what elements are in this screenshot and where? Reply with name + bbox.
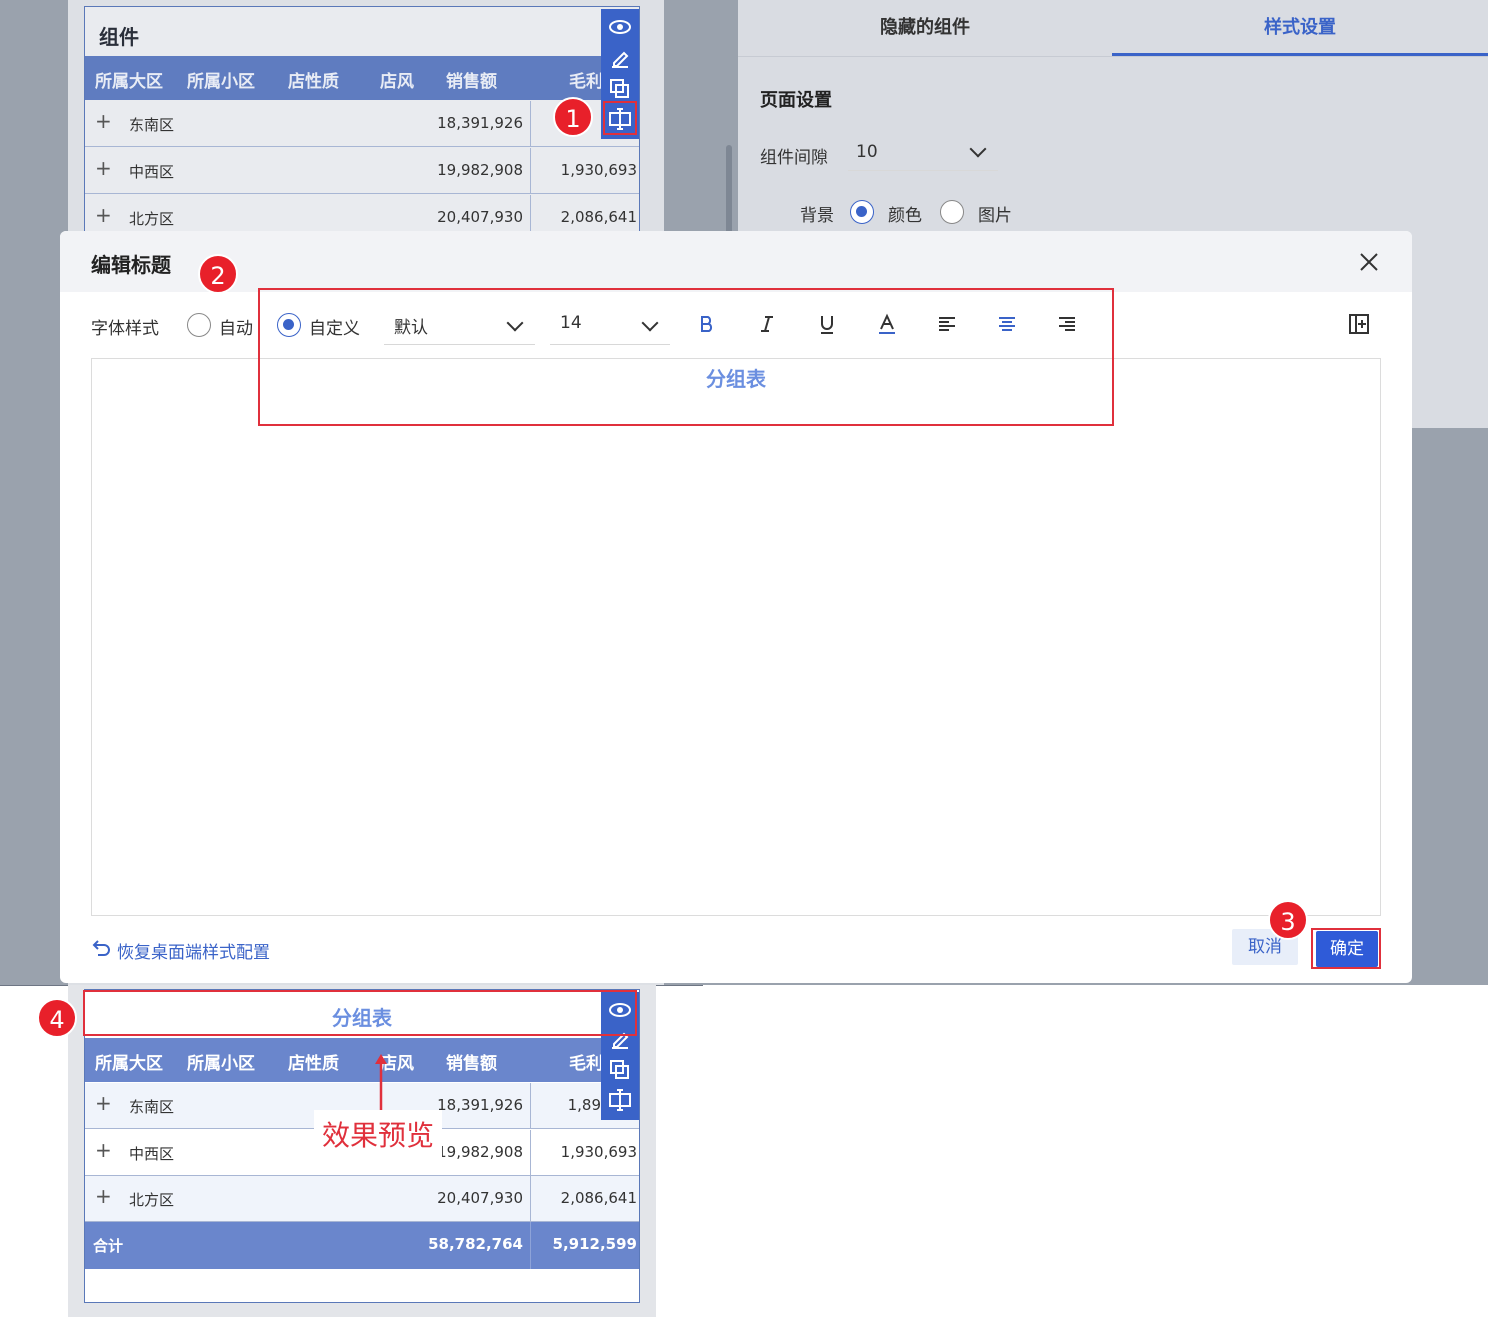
col-store-type: 店性质 [288, 72, 339, 92]
row-profit: 2,086,641 [560, 208, 637, 226]
copy-icon[interactable] [608, 1058, 632, 1082]
row-profit: 1,930,693 [560, 1143, 637, 1161]
expand-icon[interactable]: + [95, 1140, 112, 1160]
preview-annotation: 效果预览 [314, 1110, 443, 1158]
bg-color-radio[interactable] [850, 200, 874, 224]
expand-icon[interactable]: + [95, 205, 112, 225]
row-name: 东南区 [129, 1098, 175, 1116]
expand-icon[interactable]: + [95, 1186, 112, 1206]
table-row[interactable]: + 中西区 19,982,908 1,930,693 [85, 148, 639, 194]
col-region: 所属大区 [95, 1054, 163, 1074]
font-style-label: 字体样式 [91, 319, 159, 339]
copy-icon[interactable] [608, 77, 632, 101]
arrow-up-icon [375, 1054, 387, 1110]
row-sales: 19,982,908 [437, 161, 523, 179]
auto-radio[interactable] [187, 313, 211, 337]
dialog-title: 编辑标题 [91, 253, 171, 277]
col-region: 所属大区 [95, 72, 163, 92]
row-profit: 1,89 [567, 1096, 601, 1114]
row-profit: 1,930,693 [560, 161, 637, 179]
edit-icon[interactable] [608, 47, 632, 71]
col-subregion: 所属小区 [187, 72, 255, 92]
auto-label: 自动 [219, 319, 253, 339]
widget-title: 组件 [99, 25, 139, 49]
screenshot: 组件 所属大区 所属小区 店性质 店风 销售额 毛利 + 东南区 18,391,… [0, 0, 1488, 1317]
edit-title-dialog: 编辑标题 字体样式 自动 自定义 默认 14 分组表 恢复桌面端样式配置 取消 [60, 231, 1412, 983]
scrollbar[interactable] [726, 145, 732, 235]
expand-icon[interactable]: + [95, 111, 112, 131]
gap-value: 10 [856, 142, 878, 162]
table-row[interactable]: + 北方区 20,407,930 2,086,641 [85, 1176, 639, 1222]
gap-label: 组件间隙 [760, 148, 828, 168]
chevron-down-icon [969, 140, 987, 158]
row-sales: 18,391,926 [437, 114, 523, 132]
title-editor[interactable]: 分组表 [91, 358, 1381, 916]
close-icon[interactable] [1358, 251, 1380, 273]
bg-image-label: 图片 [978, 206, 1012, 226]
row-sales: 20,407,930 [437, 1189, 523, 1207]
expand-icon[interactable]: + [95, 1093, 112, 1113]
tab-style-settings[interactable]: 样式设置 [1112, 0, 1488, 56]
total-row: 合计 58,782,764 5,912,599 [85, 1222, 639, 1269]
gap-select[interactable]: 10 [848, 131, 998, 171]
row-name: 北方区 [129, 210, 175, 228]
table-header: 所属大区 所属小区 店性质 店风 销售额 毛利 [85, 56, 639, 100]
col-store-style: 店风 [380, 72, 414, 92]
step-badge: 2 [198, 254, 238, 294]
total-sales: 58,782,764 [428, 1235, 523, 1253]
row-name: 东南区 [129, 116, 175, 134]
highlight-box [603, 101, 637, 135]
expand-icon[interactable]: + [95, 158, 112, 178]
col-sales: 销售额 [446, 1054, 497, 1074]
eye-icon[interactable] [608, 15, 632, 39]
insert-field-icon[interactable] [1347, 312, 1371, 336]
section-title: 页面设置 [760, 90, 832, 111]
total-label: 合计 [93, 1237, 124, 1255]
step-badge: 4 [37, 998, 77, 1038]
row-profit: 2,086,641 [560, 1189, 637, 1207]
bg-image-radio[interactable] [940, 200, 964, 224]
highlight-box [258, 288, 1114, 426]
dialog-header: 编辑标题 [60, 231, 1412, 292]
col-subregion: 所属小区 [187, 1054, 255, 1074]
edit-title-icon[interactable] [608, 1088, 632, 1112]
row-name: 中西区 [129, 163, 175, 181]
bg-color-label: 颜色 [888, 206, 922, 226]
table-header: 所属大区 所属小区 店性质 店风 销售额 毛利 [85, 1038, 639, 1082]
highlight-box [1311, 928, 1381, 969]
step-badge: 1 [553, 97, 593, 137]
highlight-box [83, 990, 637, 1036]
restore-link[interactable]: 恢复桌面端样式配置 [117, 938, 270, 963]
row-name: 北方区 [129, 1191, 175, 1209]
row-sales: 19,982,908 [437, 1143, 523, 1161]
row-sales: 18,391,926 [437, 1096, 523, 1114]
tab-hidden-widgets[interactable]: 隐藏的组件 [738, 0, 1112, 56]
bg-label: 背景 [800, 206, 834, 226]
col-sales: 销售额 [446, 72, 497, 92]
row-sales: 20,407,930 [437, 208, 523, 226]
total-profit: 5,912,599 [552, 1235, 637, 1253]
row-name: 中西区 [129, 1145, 175, 1163]
col-store-type: 店性质 [288, 1054, 339, 1074]
col-profit: 毛利 [569, 72, 603, 92]
undo-icon[interactable] [92, 937, 112, 957]
step-badge: 3 [1268, 900, 1308, 940]
col-profit: 毛利 [569, 1054, 603, 1074]
